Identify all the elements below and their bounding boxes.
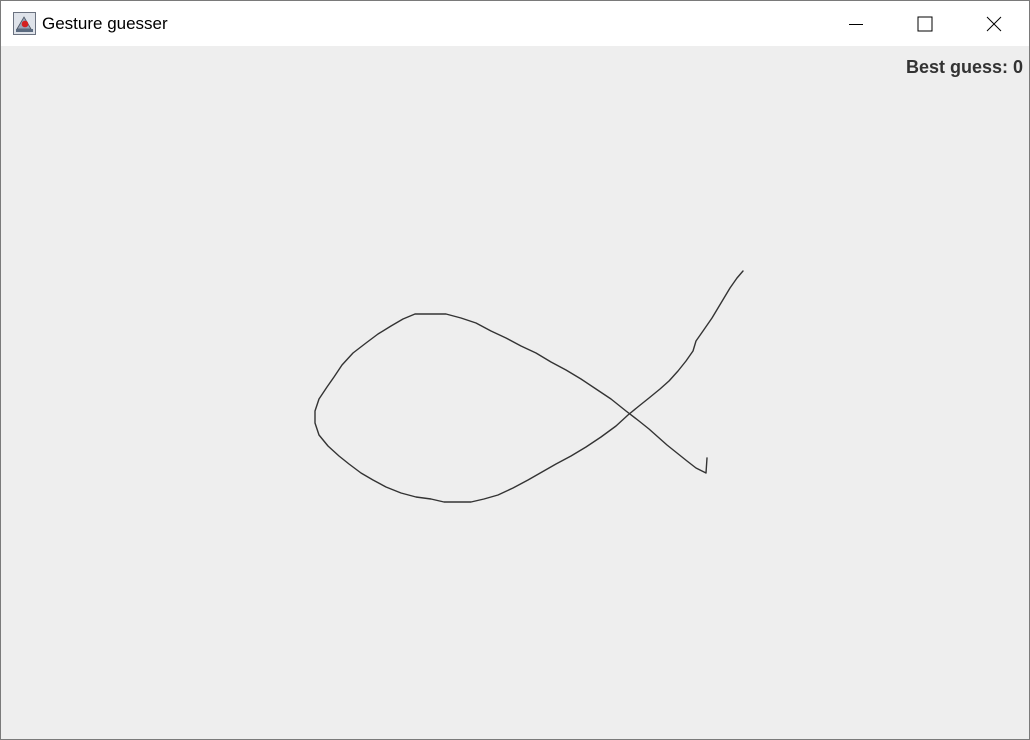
window-title: Gesture guesser — [42, 14, 168, 33]
minimize-icon — [849, 23, 863, 25]
minimize-button[interactable] — [821, 1, 891, 46]
close-icon — [986, 16, 1002, 31]
close-button[interactable] — [959, 1, 1029, 46]
app-window: Gesture guesser Best guess: 0 — [0, 0, 1030, 740]
maximize-button[interactable] — [890, 1, 960, 46]
java-coffee-icon — [13, 12, 36, 35]
drawing-canvas[interactable]: Best guess: 0 — [1, 46, 1029, 739]
maximize-icon — [917, 16, 933, 31]
title-bar[interactable]: Gesture guesser — [1, 1, 1029, 46]
gesture-stroke — [314, 270, 744, 503]
gesture-path — [314, 270, 744, 503]
best-guess-label: Best guess: 0 — [905, 57, 1023, 77]
